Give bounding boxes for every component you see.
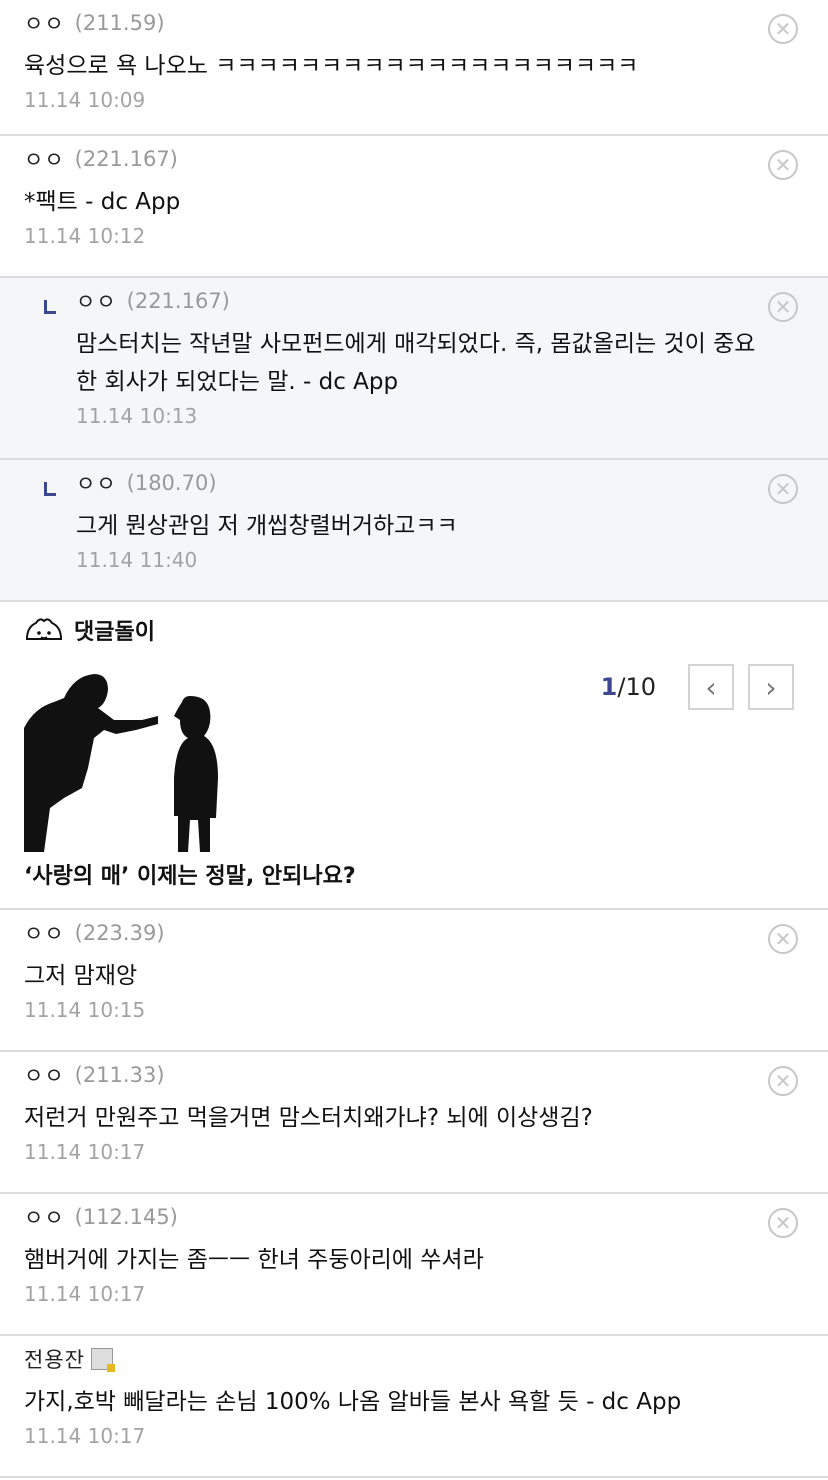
comment-text-line: 맘스터치는 작년말 사모펀드에게 매각되었다. 즉, 몸값올리는 것이 중요 <box>76 331 756 357</box>
comment-ip: (211.59) <box>74 11 165 35</box>
comment-ip: (112.145) <box>74 1205 178 1229</box>
article-title-link[interactable]: ‘사랑의 매’ 이제는 정말, 안되나요? <box>24 858 356 890</box>
dumpling-icon <box>25 618 63 640</box>
reply-item: ㅇㅇ (221.167) 맘스터치는 작년말 사모펀드에게 매각되었다. 즉, … <box>0 278 828 460</box>
comment-nickname[interactable]: ㅇㅇ <box>24 1060 65 1090</box>
comment-ip: (223.39) <box>74 921 165 945</box>
page-total: /10 <box>617 673 656 701</box>
next-button[interactable]: › <box>748 664 794 710</box>
comment-item: ㅇㅇ (211.59) 육성으로 욕 나오노 ㅋㅋㅋㅋㅋㅋㅋㅋㅋㅋㅋㅋㅋㅋㅋㅋㅋ… <box>0 0 828 136</box>
x-circle-icon: ✕ <box>774 17 792 41</box>
comment-text: 그게 뭔상관임 저 개씹창렬버거하고ㅋㅋ <box>76 513 458 539</box>
member-badge-icon <box>90 1348 115 1372</box>
comment-nickname[interactable]: ㅇㅇ <box>24 1202 65 1232</box>
comment-nickname[interactable]: ㅇㅇ <box>76 286 117 316</box>
reply-arrow-icon <box>44 300 56 314</box>
delete-comment-button[interactable]: ✕ <box>768 1208 798 1238</box>
article-thumbnail[interactable] <box>24 668 221 852</box>
delete-comment-button[interactable]: ✕ <box>768 292 798 322</box>
comment-date: 11.14 10:17 <box>24 1424 146 1448</box>
comment-text-line: 한 회사가 되었다는 말. - dc App <box>76 369 399 395</box>
comment-date: 11.14 10:12 <box>24 224 146 248</box>
comment-item: ㅇㅇ (211.33) 저런거 만원주고 먹을거면 맘스터치왜가냐? 뇌에 이상… <box>0 1052 828 1194</box>
reply-item: ㅇㅇ (180.70) 그게 뭔상관임 저 개씹창렬버거하고ㅋㅋ 11.14 1… <box>0 460 828 602</box>
comment-date: 11.14 10:15 <box>24 998 146 1022</box>
comment-nickname[interactable]: ㅇㅇ <box>76 468 117 498</box>
page-current: 1 <box>600 673 618 701</box>
comment-item: ㅇㅇ (223.39) 그저 맘재앙 11.14 10:15 ✕ <box>0 910 828 1052</box>
comment-bot-header: 댓글돌이 <box>24 614 155 646</box>
comment-text: 저런거 만원주고 먹을거면 맘스터치왜가냐? 뇌에 이상생김? <box>24 1105 593 1131</box>
comment-text: 햄버거에 가지는 좀ㅡㅡ 한녀 주둥아리에 쑤셔라 <box>24 1247 484 1273</box>
prev-button[interactable]: ‹ <box>688 664 734 710</box>
delete-comment-button[interactable]: ✕ <box>768 924 798 954</box>
comment-nickname[interactable]: ㅇㅇ <box>24 8 65 38</box>
comment-ip: (221.167) <box>126 289 230 313</box>
page-counter: 1/10 <box>601 673 656 701</box>
chevron-left-icon: ‹ <box>705 670 717 704</box>
comment-item: 전용잔 가지,호박 빼달라는 손님 100% 나옴 알바들 본사 욕할 듯 - … <box>0 1336 828 1478</box>
x-circle-icon: ✕ <box>774 295 792 319</box>
x-circle-icon: ✕ <box>774 1069 792 1093</box>
comment-bot-title: 댓글돌이 <box>74 620 155 645</box>
comment-nickname[interactable]: ㅇㅇ <box>24 918 65 948</box>
comment-text: 맘스터치는 작년말 사모펀드에게 매각되었다. 즉, 몸값올리는 것이 중요 한… <box>76 325 804 401</box>
comment-date: 11.14 10:17 <box>24 1282 146 1306</box>
delete-comment-button[interactable]: ✕ <box>768 474 798 504</box>
comment-bot-section: 댓글돌이 1/10 ‹ › ‘사랑의 매’ 이제는 정말, 안되나요? <box>0 602 828 910</box>
comment-date: 11.14 10:13 <box>76 404 198 428</box>
silhouette-image <box>24 674 218 852</box>
comment-date: 11.14 11:40 <box>76 548 198 572</box>
x-circle-icon: ✕ <box>774 1211 792 1235</box>
comment-item: ㅇㅇ (112.145) 햄버거에 가지는 좀ㅡㅡ 한녀 주둥아리에 쑤셔라 1… <box>0 1194 828 1336</box>
comment-nickname[interactable]: 전용잔 <box>24 1344 85 1374</box>
comment-text: 가지,호박 빼달라는 손님 100% 나옴 알바들 본사 욕할 듯 - dc A… <box>24 1389 682 1415</box>
comment-ip: (221.167) <box>74 147 178 171</box>
comment-item: ㅇㅇ (221.167) *팩트 - dc App 11.14 10:12 ✕ <box>0 136 828 278</box>
delete-comment-button[interactable]: ✕ <box>768 1066 798 1096</box>
x-circle-icon: ✕ <box>774 927 792 951</box>
comment-ip: (211.33) <box>74 1063 165 1087</box>
bot-pager: 1/10 ‹ › <box>601 664 794 710</box>
delete-comment-button[interactable]: ✕ <box>768 150 798 180</box>
comment-date: 11.14 10:09 <box>24 88 146 112</box>
x-circle-icon: ✕ <box>774 477 792 501</box>
comment-nickname[interactable]: ㅇㅇ <box>24 144 65 174</box>
comment-text: 그저 맘재앙 <box>24 963 138 989</box>
comment-date: 11.14 10:17 <box>24 1140 146 1164</box>
comment-text: *팩트 - dc App <box>24 189 181 215</box>
reply-arrow-icon <box>44 482 56 496</box>
comment-ip: (180.70) <box>126 471 217 495</box>
delete-comment-button[interactable]: ✕ <box>768 14 798 44</box>
chevron-right-icon: › <box>765 670 777 704</box>
comment-text: 육성으로 욕 나오노 ㅋㅋㅋㅋㅋㅋㅋㅋㅋㅋㅋㅋㅋㅋㅋㅋㅋㅋㅋㅋ <box>24 53 639 79</box>
x-circle-icon: ✕ <box>774 153 792 177</box>
